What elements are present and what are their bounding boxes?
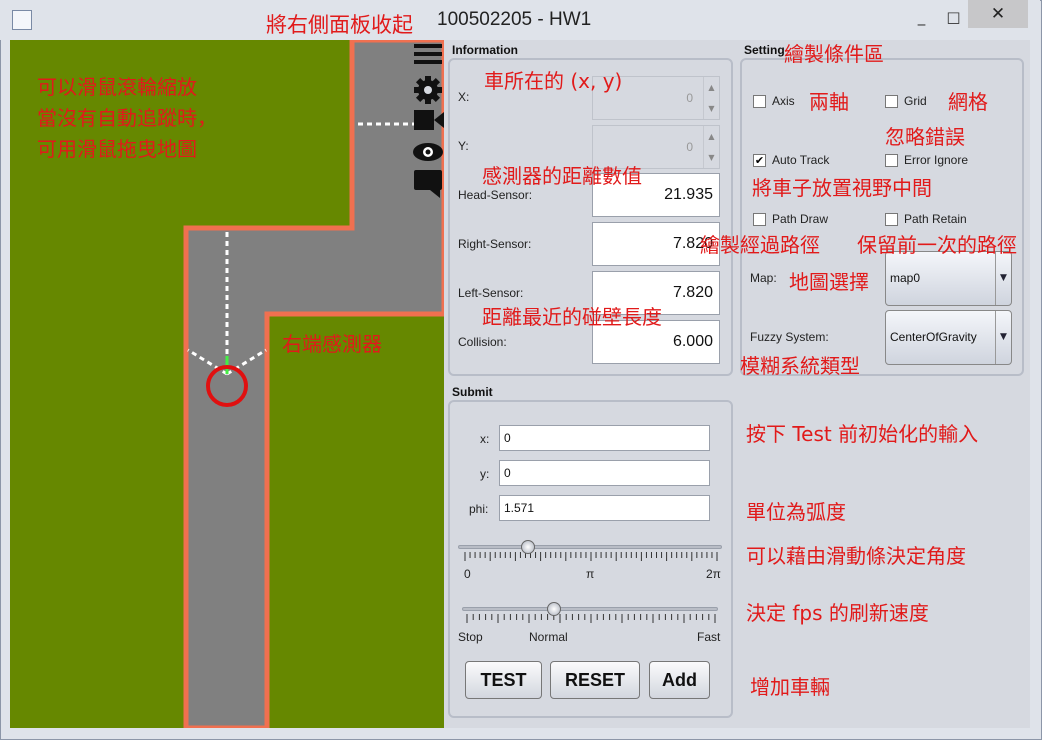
submit-phi-input[interactable]: 1.571 [499, 495, 710, 521]
speed-slider-track[interactable] [462, 607, 718, 611]
axis-label: Axis [772, 94, 795, 108]
annotation-fuzzy-system: 模糊系統類型 [740, 354, 860, 378]
annotation-collapse-panel: 將右側面板收起 [266, 13, 413, 37]
maximize-button[interactable]: □ [940, 6, 967, 28]
submit-y-label: y: [480, 467, 490, 481]
error-ignore-label: Error Ignore [904, 153, 969, 167]
annotation-auto-track: 將車子放置視野中間 [752, 176, 932, 200]
annotation-zoom-2: 當沒有自動追蹤時， [37, 106, 217, 130]
annotation-zoom-1: 可以滑鼠滾輪縮放 [37, 75, 197, 99]
annotation-add-car: 增加車輛 [750, 675, 830, 699]
error-ignore-checkbox[interactable] [885, 154, 898, 167]
path-retain-checkbox[interactable] [885, 213, 898, 226]
setting-title: Setting [742, 43, 787, 57]
annotation-car-position: 車所在的 (x, y) [484, 69, 623, 93]
spinner-up-icon: ▲ [703, 126, 719, 147]
angle-slider-track[interactable] [458, 545, 722, 549]
annotation-error-ignore: 忽略錯誤 [885, 125, 965, 149]
annotation-map-select: 地圖選擇 [789, 270, 869, 294]
fuzzy-system-label: Fuzzy System: [750, 330, 829, 344]
map-toolbar [412, 40, 444, 200]
video-icon[interactable] [414, 110, 444, 130]
annotation-path-draw: 繪製經過路徑 [700, 233, 820, 257]
information-title: Information [450, 43, 520, 57]
minimize-button[interactable]: _ [908, 6, 935, 28]
annotation-sensor-distance: 感測器的距離數值 [482, 164, 642, 188]
annotation-angle-slider: 可以藉由滑動條決定角度 [746, 544, 966, 568]
angle-slider-thumb[interactable] [520, 540, 535, 554]
map-select-value: map0 [890, 271, 921, 285]
auto-track-checkbox[interactable]: ✔ [753, 154, 766, 167]
spinner-down-icon: ▼ [703, 147, 719, 168]
spinner-up-icon: ▲ [703, 77, 719, 98]
path-draw-label: Path Draw [772, 212, 829, 226]
annotation-axis: 兩軸 [809, 90, 849, 114]
map-label: Map: [750, 271, 777, 285]
chevron-down-icon[interactable]: ▼ [995, 252, 1011, 305]
speed-min-label: Stop [458, 630, 483, 644]
angle-max-label: 2π [706, 567, 721, 581]
annotation-zoom-3: 可用滑鼠拖曳地圖 [37, 137, 197, 161]
angle-slider-ticks [464, 552, 718, 561]
path-retain-label: Path Retain [904, 212, 967, 226]
grid-checkbox[interactable] [885, 95, 898, 108]
y-label: Y: [458, 139, 469, 153]
collision-label: Collision: [458, 335, 507, 349]
annotation-radian: 單位為弧度 [746, 500, 846, 524]
grid-label: Grid [904, 94, 927, 108]
x-label: X: [458, 90, 470, 104]
annotation-grid: 網格 [948, 90, 988, 114]
window-title: 100502205 - HW1 [437, 9, 592, 30]
menu-icon[interactable] [414, 44, 442, 64]
submit-x-input[interactable]: 0 [499, 425, 710, 451]
gear-icon[interactable] [414, 76, 442, 104]
submit-x-label: x: [480, 432, 490, 446]
test-button[interactable]: TEST [465, 661, 542, 699]
right-sensor-label: Right-Sensor: [458, 237, 532, 251]
submit-title: Submit [450, 385, 495, 399]
close-button[interactable]: ✕ [968, 0, 1028, 28]
annotation-nearest-wall: 距離最近的碰壁長度 [482, 305, 662, 329]
speed-max-label: Fast [697, 630, 721, 644]
angle-mid-label: π [586, 567, 595, 581]
auto-track-label: Auto Track [772, 153, 830, 167]
java-app-icon [12, 10, 32, 30]
chevron-down-icon[interactable]: ▼ [995, 311, 1011, 364]
speed-mid-label: Normal [529, 630, 568, 644]
fuzzy-system-select[interactable]: CenterOfGravity [885, 310, 1012, 365]
speed-slider-ticks [466, 614, 716, 623]
eye-icon[interactable] [413, 143, 443, 161]
map-select[interactable]: map0 [885, 251, 1012, 306]
path-draw-checkbox[interactable] [753, 213, 766, 226]
spinner-down-icon: ▼ [703, 98, 719, 119]
road-track [183, 40, 444, 728]
left-sensor-label: Left-Sensor: [458, 286, 524, 300]
angle-min-label: 0 [464, 567, 471, 581]
annotation-path-retain: 保留前一次的路徑 [857, 233, 1017, 257]
axis-checkbox[interactable] [753, 95, 766, 108]
speed-slider-thumb[interactable] [546, 602, 561, 616]
comment-icon[interactable] [414, 170, 442, 198]
annotation-init-inputs: 按下 Test 前初始化的輸入 [746, 422, 979, 446]
submit-y-input[interactable]: 0 [499, 460, 710, 486]
annotation-fps-slider: 決定 fps 的刷新速度 [746, 601, 929, 625]
reset-button[interactable]: RESET [550, 661, 640, 699]
annotation-right-sensor: 右端感測器 [282, 332, 382, 356]
head-sensor-label: Head-Sensor: [458, 188, 533, 202]
add-button[interactable]: Add [649, 661, 710, 699]
submit-phi-label: phi: [469, 502, 489, 516]
fuzzy-system-value: CenterOfGravity [890, 330, 977, 344]
annotation-draw-conditions: 繪製條件區 [784, 42, 884, 66]
